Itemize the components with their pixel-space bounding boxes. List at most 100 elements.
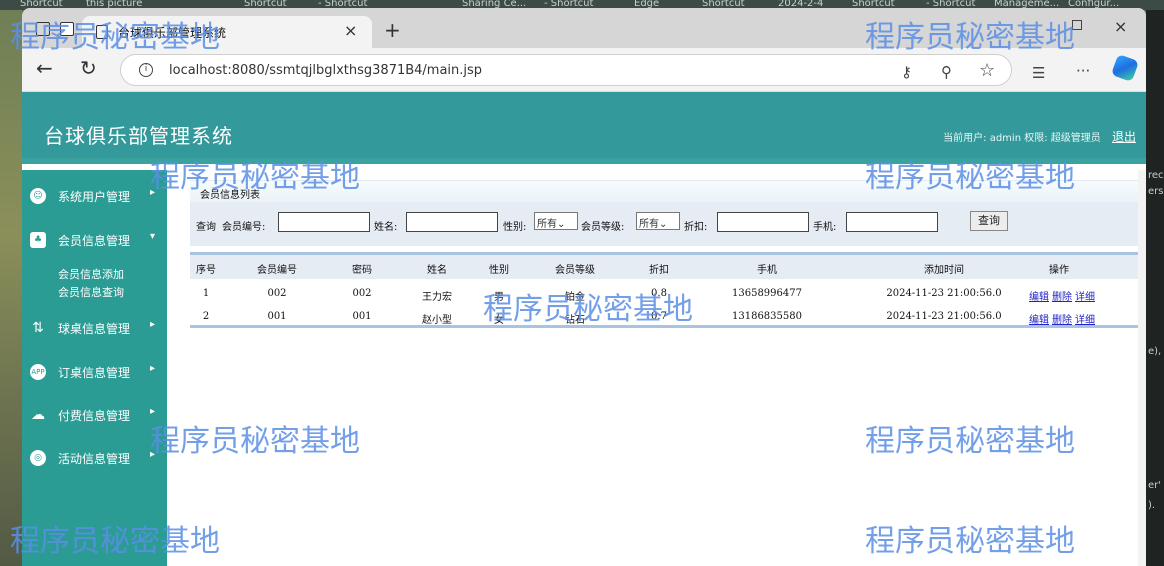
search-form: 查询 会员编号: 姓名: 性别: 所有⌄ 会员等级: 所有⌄ 折扣: 手机: 查… xyxy=(190,202,1138,246)
role: 超级管理员 xyxy=(1050,133,1101,144)
member-no-input[interactable] xyxy=(278,212,370,232)
background-text: ers xyxy=(1148,186,1164,197)
sidebar-item-system-users[interactable]: ☺ 系统用户管理 ▸ xyxy=(22,182,167,212)
chevron-right-icon: ▸ xyxy=(150,187,156,198)
cell-phone: 13186835580 xyxy=(732,311,802,322)
address-bar-row: ← ↻ i localhost:8080/ssmtqjlbglxthsg3871… xyxy=(22,48,1146,92)
cell-gender: 男 xyxy=(494,292,504,303)
window-close-icon[interactable]: × xyxy=(1114,17,1127,36)
name-input[interactable] xyxy=(406,212,498,232)
edit-link[interactable]: 编辑 xyxy=(1029,292,1049,303)
page-icon xyxy=(96,25,108,39)
delete-link[interactable]: 删除 xyxy=(1052,315,1072,326)
discount-input[interactable] xyxy=(717,212,809,232)
web-page: 台球俱乐部管理系统 当前用户: admin 权限: 超级管理员 退出 ☺ 系统用… xyxy=(22,92,1146,566)
gender-select[interactable]: 所有⌄ xyxy=(534,212,578,230)
logout-link[interactable]: 退出 xyxy=(1112,130,1136,144)
user-icon: ☺ xyxy=(30,188,46,204)
key-icon[interactable]: ⚷ xyxy=(901,63,912,81)
page-scroll-strip xyxy=(1138,170,1146,566)
member-icon: ♣ xyxy=(30,232,46,248)
background-window-edge: rec ers e), er' ). xyxy=(1146,10,1164,566)
sidebar: ☺ 系统用户管理 ▸ ♣ 会员信息管理 ▾ 会员信息添加 会员信息查询 ⇅ 球桌… xyxy=(22,170,167,566)
sidebar-item-members[interactable]: ♣ 会员信息管理 ▾ xyxy=(22,226,167,256)
detail-link[interactable]: 详细 xyxy=(1075,315,1095,326)
column-header: 手机 xyxy=(757,265,777,276)
copilot-icon[interactable] xyxy=(1110,53,1140,83)
column-header: 会员等级 xyxy=(555,265,595,276)
zoom-icon[interactable]: ⚲ xyxy=(941,63,952,81)
back-button[interactable]: ← xyxy=(36,58,53,78)
background-text: rec xyxy=(1148,170,1164,181)
level-select[interactable]: 所有⌄ xyxy=(636,212,680,230)
close-tab-icon[interactable]: × xyxy=(344,21,357,40)
edit-link[interactable]: 编辑 xyxy=(1029,315,1049,326)
settings-icon: ◎ xyxy=(30,450,46,466)
sidebar-item-label: 会员信息管理 xyxy=(58,234,131,248)
refresh-button[interactable]: ↻ xyxy=(80,58,97,78)
level-label: 会员等级: xyxy=(581,222,625,233)
sidebar-item-payments[interactable]: ☁ 付费信息管理 ▸ xyxy=(22,401,167,431)
panel-title-bar: 会员信息列表 xyxy=(190,180,1138,202)
discount-label: 折扣: xyxy=(684,222,708,233)
cell-level: 钻石 xyxy=(565,315,585,326)
chevron-right-icon: ▸ xyxy=(150,363,156,374)
column-header: 添加时间 xyxy=(924,265,964,276)
more-menu-icon[interactable]: ··· xyxy=(1076,62,1090,80)
app-title: 台球俱乐部管理系统 xyxy=(44,124,233,148)
sidebar-item-tables[interactable]: ⇅ 球桌信息管理 ▸ xyxy=(22,314,167,344)
favorites-list-icon[interactable]: ☰ xyxy=(1032,64,1045,82)
sidebar-item-label: 系统用户管理 xyxy=(58,190,131,204)
sidebar-item-activities[interactable]: ◎ 活动信息管理 ▸ xyxy=(22,444,167,474)
table-row: 1 002 002 王力宏 男 铂金 0.8 13658996477 2024-… xyxy=(190,282,1138,305)
app-header: 台球俱乐部管理系统 当前用户: admin 权限: 超级管理员 退出 xyxy=(22,92,1146,164)
column-header: 折扣 xyxy=(649,265,669,276)
query-label: 查询 xyxy=(196,222,216,233)
cell-password: 001 xyxy=(352,311,372,322)
cell-password: 002 xyxy=(352,288,372,299)
sidebar-item-label: 付费信息管理 xyxy=(58,409,131,423)
chevron-down-icon: ▾ xyxy=(150,231,156,242)
info-icon[interactable]: i xyxy=(139,63,153,77)
cell-member-no: 002 xyxy=(267,288,287,299)
cell-name: 王力宏 xyxy=(422,292,452,303)
background-text: e), xyxy=(1148,346,1162,357)
workspaces-icon[interactable] xyxy=(36,22,50,36)
cell-phone: 13658996477 xyxy=(732,288,802,299)
submenu-add-member[interactable]: 会员信息添加 xyxy=(58,266,124,282)
cell-gender: 女 xyxy=(494,315,504,326)
gender-label: 性别: xyxy=(503,222,527,233)
cell-discount: 0.7 xyxy=(651,311,667,322)
chevron-down-icon: ⌄ xyxy=(557,219,566,230)
current-user-label: 当前用户: xyxy=(943,133,987,144)
tab-actions-icon[interactable] xyxy=(60,22,74,36)
desktop-wallpaper xyxy=(0,10,22,566)
current-user: admin xyxy=(989,133,1022,144)
phone-label: 手机: xyxy=(813,222,837,233)
favorite-star-icon[interactable]: ☆ xyxy=(979,60,995,81)
row-actions: 编辑 删除 详细 xyxy=(1029,288,1098,303)
sidebar-item-bookings[interactable]: APP 订桌信息管理 ▸ xyxy=(22,358,167,388)
new-tab-button[interactable]: + xyxy=(384,18,401,42)
chevron-right-icon: ▸ xyxy=(150,449,156,460)
browser-tab[interactable]: 台球俱乐部管理系统 × xyxy=(82,16,372,48)
search-button[interactable]: 查询 xyxy=(970,211,1008,231)
detail-link[interactable]: 详细 xyxy=(1075,292,1095,303)
url-text[interactable]: localhost:8080/ssmtqjlbglxthsg3871B4/mai… xyxy=(169,63,482,78)
main-content: 会员信息列表 查询 会员编号: 姓名: 性别: 所有⌄ 会员等级: 所有⌄ 折扣… xyxy=(190,170,1138,566)
background-text: er' xyxy=(1148,480,1162,491)
address-bar[interactable]: i localhost:8080/ssmtqjlbglxthsg3871B4/m… xyxy=(120,54,1012,86)
gender-select-value: 所有 xyxy=(537,219,557,230)
sidebar-item-label: 活动信息管理 xyxy=(58,452,131,466)
cell-index: 2 xyxy=(202,311,210,322)
delete-link[interactable]: 删除 xyxy=(1052,292,1072,303)
chevron-right-icon: ▸ xyxy=(150,406,156,417)
member-table: 序号 会员编号 密码 姓名 性别 会员等级 折扣 手机 添加时间 操作 1 00… xyxy=(190,252,1138,328)
cell-index: 1 xyxy=(202,288,210,299)
background-text: ). xyxy=(1148,500,1156,511)
maximize-icon[interactable] xyxy=(1072,20,1082,30)
role-label: 权限: xyxy=(1024,133,1048,144)
table-icon: ⇅ xyxy=(32,320,44,336)
submenu-query-member[interactable]: 会员信息查询 xyxy=(58,284,124,300)
phone-input[interactable] xyxy=(846,212,938,232)
